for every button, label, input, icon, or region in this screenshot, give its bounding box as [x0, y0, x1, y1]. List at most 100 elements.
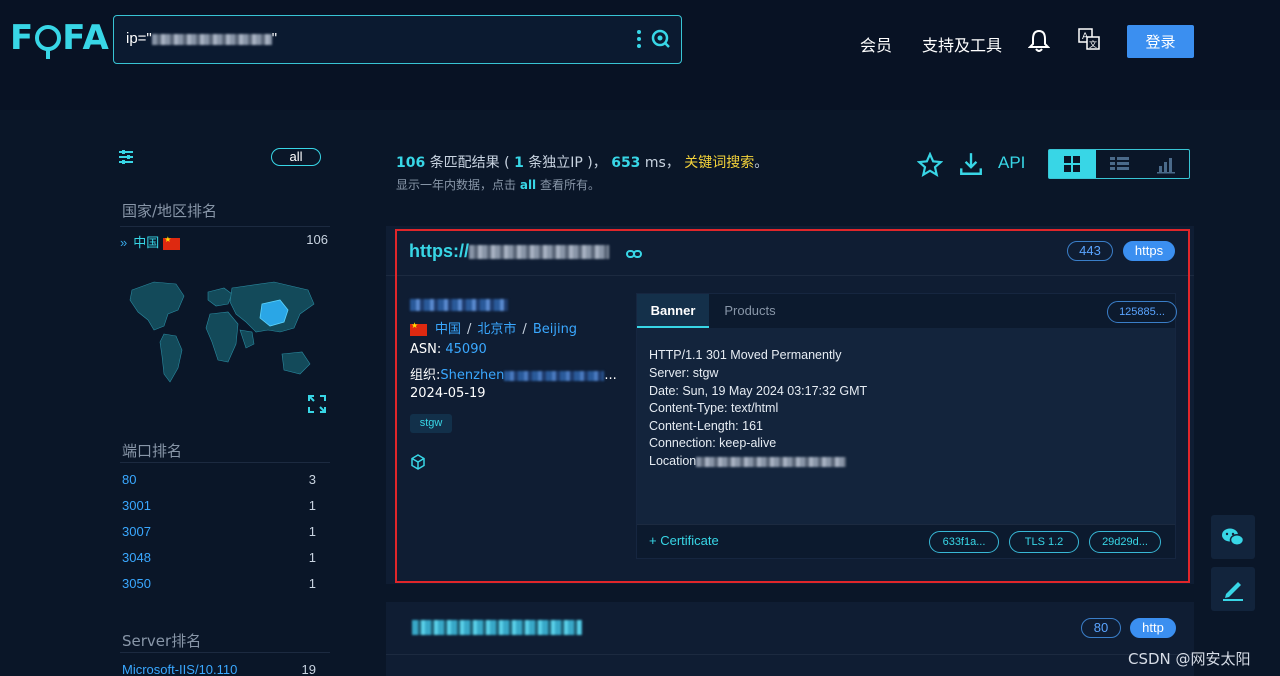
banner-content: HTTP/1.1 301 Moved Permanently Server: s… [637, 328, 1175, 524]
total-label: 条匹配结果 ( [429, 155, 510, 171]
asn-info: ASN: 45090 [410, 342, 487, 357]
cube-icon[interactable] [410, 454, 426, 475]
divider [386, 654, 1194, 655]
server-name: Microsoft-IIS/10.110 [122, 662, 238, 676]
org-ellipsis: ... [604, 368, 617, 383]
banner-line: Content-Length: 161 [649, 419, 763, 433]
chart-view-button[interactable] [1143, 150, 1190, 178]
country-item[interactable]: » 中国 106 [120, 232, 332, 251]
divider [120, 226, 330, 227]
certificate-row: + Certificate 633f1a... TLS 1.2 29d29d..… [637, 524, 1175, 558]
result-url[interactable]: https:// [409, 241, 609, 262]
keyword-search-link[interactable]: 关键词搜索 [684, 155, 754, 171]
chevron-right-icon: » [120, 235, 128, 250]
banner-line: HTTP/1.1 301 Moved Permanently [649, 348, 842, 362]
banner-line: Date: Sun, 19 May 2024 03:17:32 GMT [649, 384, 868, 398]
filter-icon[interactable] [118, 149, 134, 170]
port-count: 1 [308, 498, 316, 513]
search-box[interactable]: ip=" " [113, 15, 682, 64]
certificate-toggle[interactable]: + Certificate [649, 533, 719, 548]
nav-member[interactable]: 会员 [860, 32, 892, 56]
port-item[interactable]: 3050 1 [122, 576, 320, 591]
unique-ip-count: 1 [514, 155, 524, 171]
world-map[interactable] [124, 270, 320, 410]
cert-hash-badge[interactable]: 633f1a... [929, 531, 999, 553]
translate-icon[interactable]: A文 [1078, 28, 1100, 55]
grid-view-button[interactable] [1049, 150, 1096, 178]
more-options-icon[interactable] [637, 30, 643, 51]
download-icon[interactable] [958, 151, 984, 182]
all-toggle[interactable]: all [271, 148, 321, 166]
show-all-link[interactable]: all [520, 178, 536, 192]
search-icon[interactable] [651, 29, 671, 54]
port-item[interactable]: 3048 1 [122, 550, 320, 565]
server-tag[interactable]: stgw [410, 414, 452, 433]
wechat-button[interactable] [1211, 515, 1255, 559]
redacted-ip [151, 33, 272, 45]
port-number: 80 [122, 472, 137, 487]
asn-link[interactable]: 45090 [445, 342, 486, 357]
stats-end: 。 [754, 155, 769, 171]
server-rank-title: Server排名 [122, 632, 202, 650]
result-stats: 106 条匹配结果 ( 1 条独立IP )， 653 ms， 关键词搜索。 [396, 152, 768, 172]
api-link[interactable]: API [998, 153, 1025, 173]
port-badge[interactable]: 443 [1067, 241, 1113, 261]
url-prefix: https:// [409, 241, 469, 261]
list-view-button[interactable] [1096, 150, 1143, 178]
scan-date: 2024-05-19 [410, 386, 486, 401]
link-icon[interactable] [626, 246, 642, 264]
hash-badge[interactable]: 125885... [1107, 301, 1177, 323]
country-count: 106 [306, 232, 328, 247]
country-rank-title: 国家/地区排名 [122, 202, 218, 220]
redacted-location [696, 456, 847, 467]
tab-products[interactable]: Products [709, 294, 791, 328]
port-count: 1 [308, 524, 316, 539]
fofa-logo[interactable]: F FA [10, 18, 110, 59]
redacted-url-2[interactable] [412, 619, 582, 637]
server-item[interactable]: Microsoft-IIS/10.110 19 [122, 662, 320, 676]
geo-location: 中国/北京市/Beijing [410, 318, 577, 337]
subtitle-prefix: 显示一年内数据，点击 [396, 178, 517, 192]
port-number: 3001 [122, 498, 151, 513]
protocol-badge[interactable]: https [1123, 241, 1175, 261]
banner-location-line: Location [649, 454, 847, 468]
search-query[interactable]: ip=" " [126, 30, 277, 47]
cert-hash-badge[interactable]: 29d29d... [1089, 531, 1161, 553]
tab-banner[interactable]: Banner [637, 294, 709, 328]
redacted-host [469, 245, 609, 260]
geo-country-link[interactable]: 中国 [435, 322, 461, 337]
banner-line: Content-Type: text/html [649, 401, 779, 415]
result-card-2: 80 http [386, 602, 1194, 676]
total-count: 106 [396, 155, 426, 171]
china-flag-icon [163, 235, 181, 250]
port-rank-title: 端口排名 [122, 442, 183, 460]
star-icon[interactable] [916, 151, 944, 183]
nav-tools[interactable]: 支持及工具 [922, 32, 1002, 56]
server-count: 19 [301, 662, 316, 676]
org-link[interactable]: Shenzhen [440, 368, 504, 383]
port-number: 3007 [122, 524, 151, 539]
expand-icon[interactable] [308, 395, 326, 418]
geo-region-link[interactable]: Beijing [533, 322, 577, 337]
ms-label: ms， [644, 155, 680, 171]
bell-icon[interactable] [1027, 29, 1051, 58]
banner-location-key: Location [649, 454, 697, 468]
port-item[interactable]: 3007 1 [122, 524, 320, 539]
detail-panel: Banner Products 125885... HTTP/1.1 301 M… [636, 293, 1177, 559]
port-item[interactable]: 80 3 [122, 472, 320, 487]
banner-line: Connection: keep-alive [649, 436, 777, 450]
protocol-badge[interactable]: http [1130, 618, 1176, 638]
port-number: 3048 [122, 550, 151, 565]
port-badge[interactable]: 80 [1081, 618, 1121, 638]
view-toggle [1048, 149, 1190, 179]
login-button[interactable]: 登录 [1127, 25, 1194, 58]
svg-text:文: 文 [1089, 39, 1097, 49]
port-count: 3 [308, 472, 316, 487]
search-query-close: " [271, 30, 278, 47]
geo-city-link[interactable]: 北京市 [477, 322, 516, 337]
port-item[interactable]: 3001 1 [122, 498, 320, 513]
port-count: 1 [308, 576, 316, 591]
feedback-edit-button[interactable] [1211, 567, 1255, 611]
query-time: 653 [611, 155, 641, 171]
tls-version-badge[interactable]: TLS 1.2 [1009, 531, 1079, 553]
